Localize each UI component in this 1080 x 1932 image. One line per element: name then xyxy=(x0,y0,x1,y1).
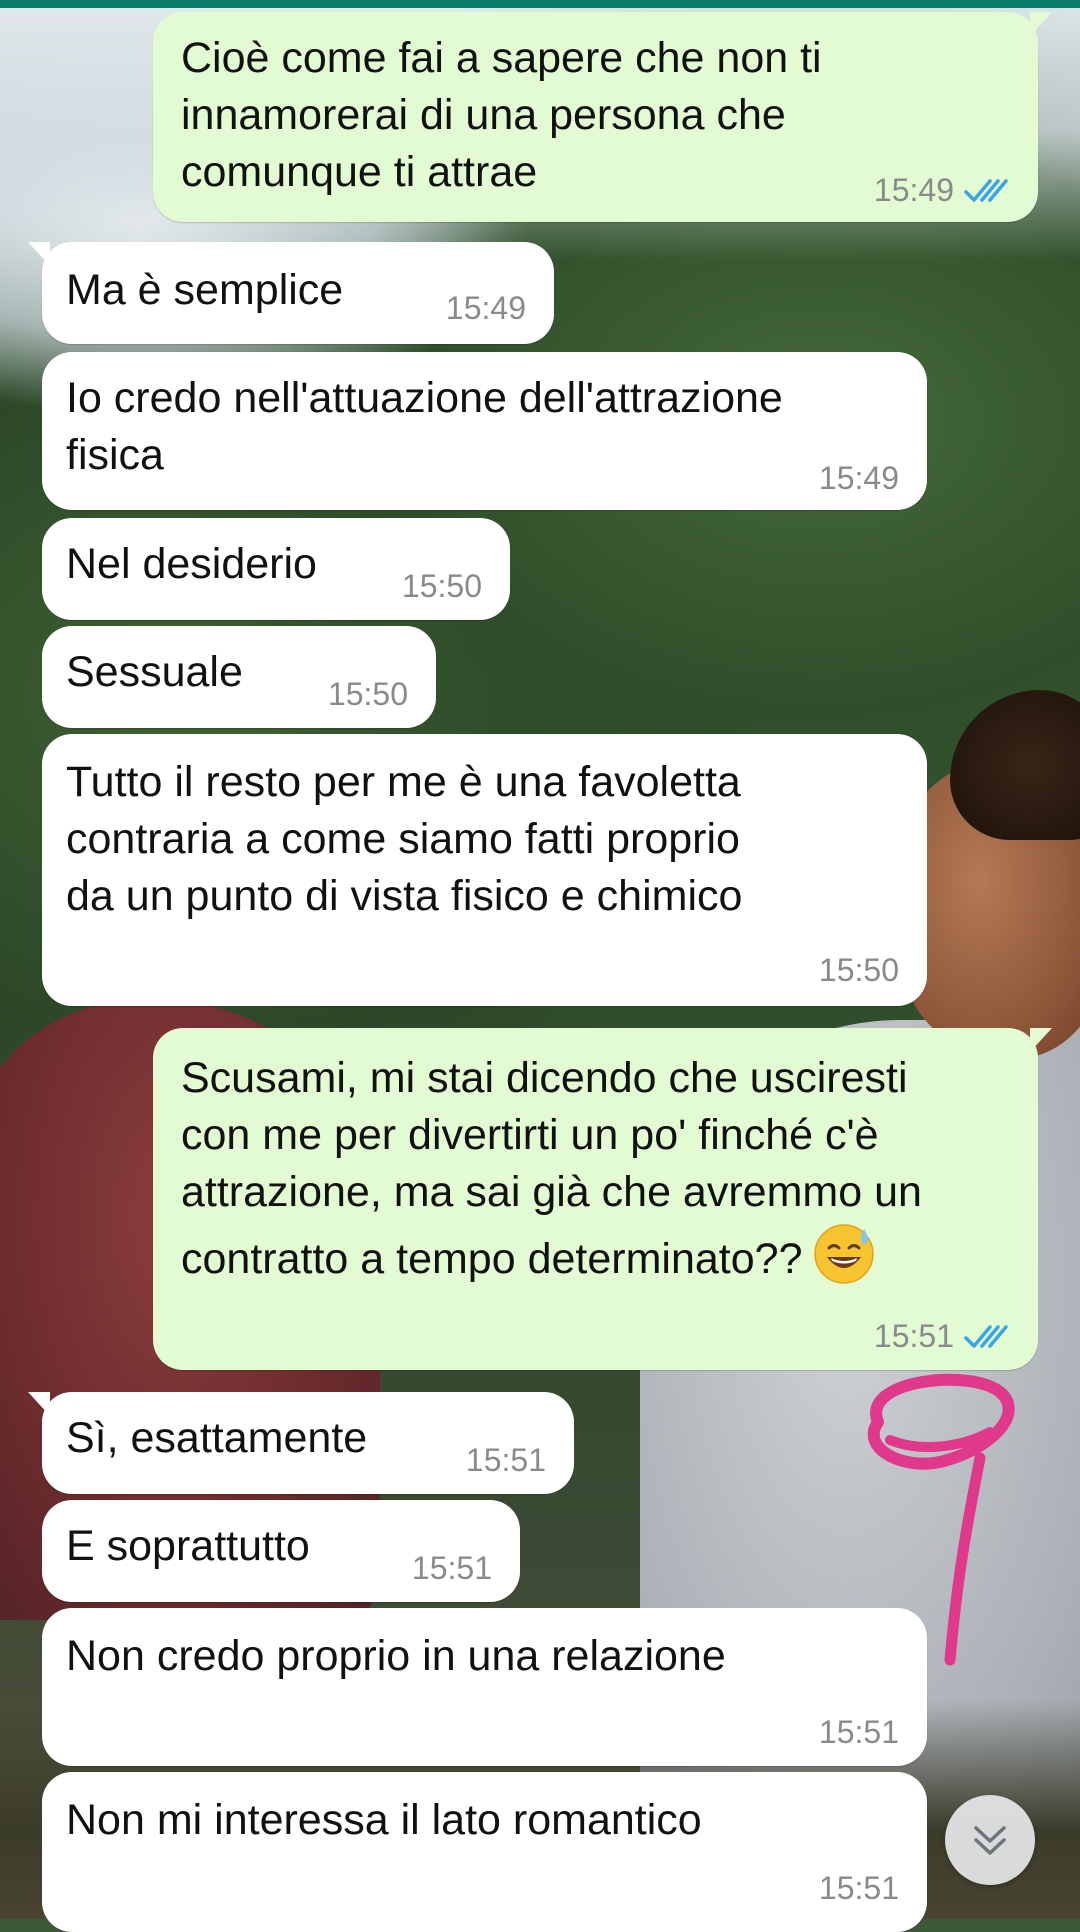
message-text: Cioè come fai a sapere che non ti innamo… xyxy=(181,34,822,196)
bubble-tail xyxy=(1030,1028,1052,1052)
pink-circle-annotation xyxy=(867,1373,1015,1666)
message-meta: 15:51 xyxy=(874,1318,1010,1354)
double-check-icon xyxy=(964,1325,1008,1348)
message-time: 15:49 xyxy=(873,172,954,208)
message-incoming[interactable]: Io credo nell'attuazione dell'attrazione… xyxy=(42,352,927,510)
message-text: Ma è semplice xyxy=(66,266,344,314)
message-meta: 15:51 xyxy=(819,1714,899,1750)
message-meta: 15:51 xyxy=(466,1442,546,1478)
message-incoming[interactable]: Non mi interessa il lato romantico 15:51 xyxy=(42,1772,927,1932)
message-time: 15:51 xyxy=(873,1318,954,1354)
message-time: 15:49 xyxy=(445,290,526,326)
message-text: E soprattutto xyxy=(66,1522,310,1570)
message-incoming[interactable]: Sì, esattamente 15:51 xyxy=(28,1392,574,1494)
message-time: 15:49 xyxy=(818,460,899,496)
message-time: 15:50 xyxy=(401,568,482,604)
message-time: 15:50 xyxy=(327,676,408,712)
message-time: 15:51 xyxy=(465,1442,546,1478)
message-time: 15:51 xyxy=(411,1550,492,1586)
message-time: 15:51 xyxy=(818,1714,899,1750)
message-text: Nel desiderio xyxy=(66,540,317,588)
message-meta: 15:51 xyxy=(819,1870,899,1906)
message-meta: 15:51 xyxy=(412,1550,492,1586)
double-check-icon xyxy=(964,179,1008,202)
message-meta: 15:50 xyxy=(402,568,482,604)
bubble-tail xyxy=(28,1392,50,1416)
message-meta: 15:50 xyxy=(819,952,899,988)
message-incoming[interactable]: E soprattutto 15:51 xyxy=(42,1500,520,1602)
message-text: Sessuale xyxy=(66,648,243,696)
message-incoming[interactable]: Nel desiderio 15:50 xyxy=(42,518,510,620)
message-time: 15:50 xyxy=(818,952,899,988)
message-text: Non mi interessa il lato romantico xyxy=(66,1796,702,1844)
message-outgoing[interactable]: Cioè come fai a sapere che non ti innamo… xyxy=(153,12,1052,222)
message-meta: 15:50 xyxy=(328,676,408,712)
bubble-tail xyxy=(28,242,50,266)
message-text: Non credo proprio in una relazione xyxy=(66,1632,726,1680)
message-incoming[interactable]: Ma è semplice 15:49 xyxy=(28,242,554,344)
message-incoming[interactable]: Tutto il resto per me è una favoletta co… xyxy=(42,734,927,1006)
message-text: Scusami, mi stai dicendo che usciresti c… xyxy=(181,1050,922,1288)
message-incoming[interactable]: Non credo proprio in una relazione 15:51 xyxy=(42,1608,927,1766)
double-chevron-down-icon xyxy=(974,1826,1006,1855)
message-incoming[interactable]: Sessuale 15:50 xyxy=(42,626,436,728)
message-time: 15:51 xyxy=(818,1870,899,1906)
message-text: Tutto il resto per me è una favoletta co… xyxy=(66,758,743,920)
message-outgoing[interactable]: Scusami, mi stai dicendo che usciresti c… xyxy=(153,1028,1052,1370)
message-meta: 15:49 xyxy=(819,460,899,496)
scroll-to-bottom-button[interactable] xyxy=(945,1795,1035,1885)
message-meta: 15:49 xyxy=(874,172,1010,208)
message-text: Sì, esattamente xyxy=(66,1414,368,1462)
message-text: Io credo nell'attuazione dell'attrazione… xyxy=(66,374,783,479)
message-text-body: Scusami, mi stai dicendo che usciresti c… xyxy=(181,1054,922,1283)
bubble-tail xyxy=(1030,12,1052,36)
message-meta: 15:49 xyxy=(446,290,526,326)
sweat-smile-emoji-icon xyxy=(814,1224,875,1284)
